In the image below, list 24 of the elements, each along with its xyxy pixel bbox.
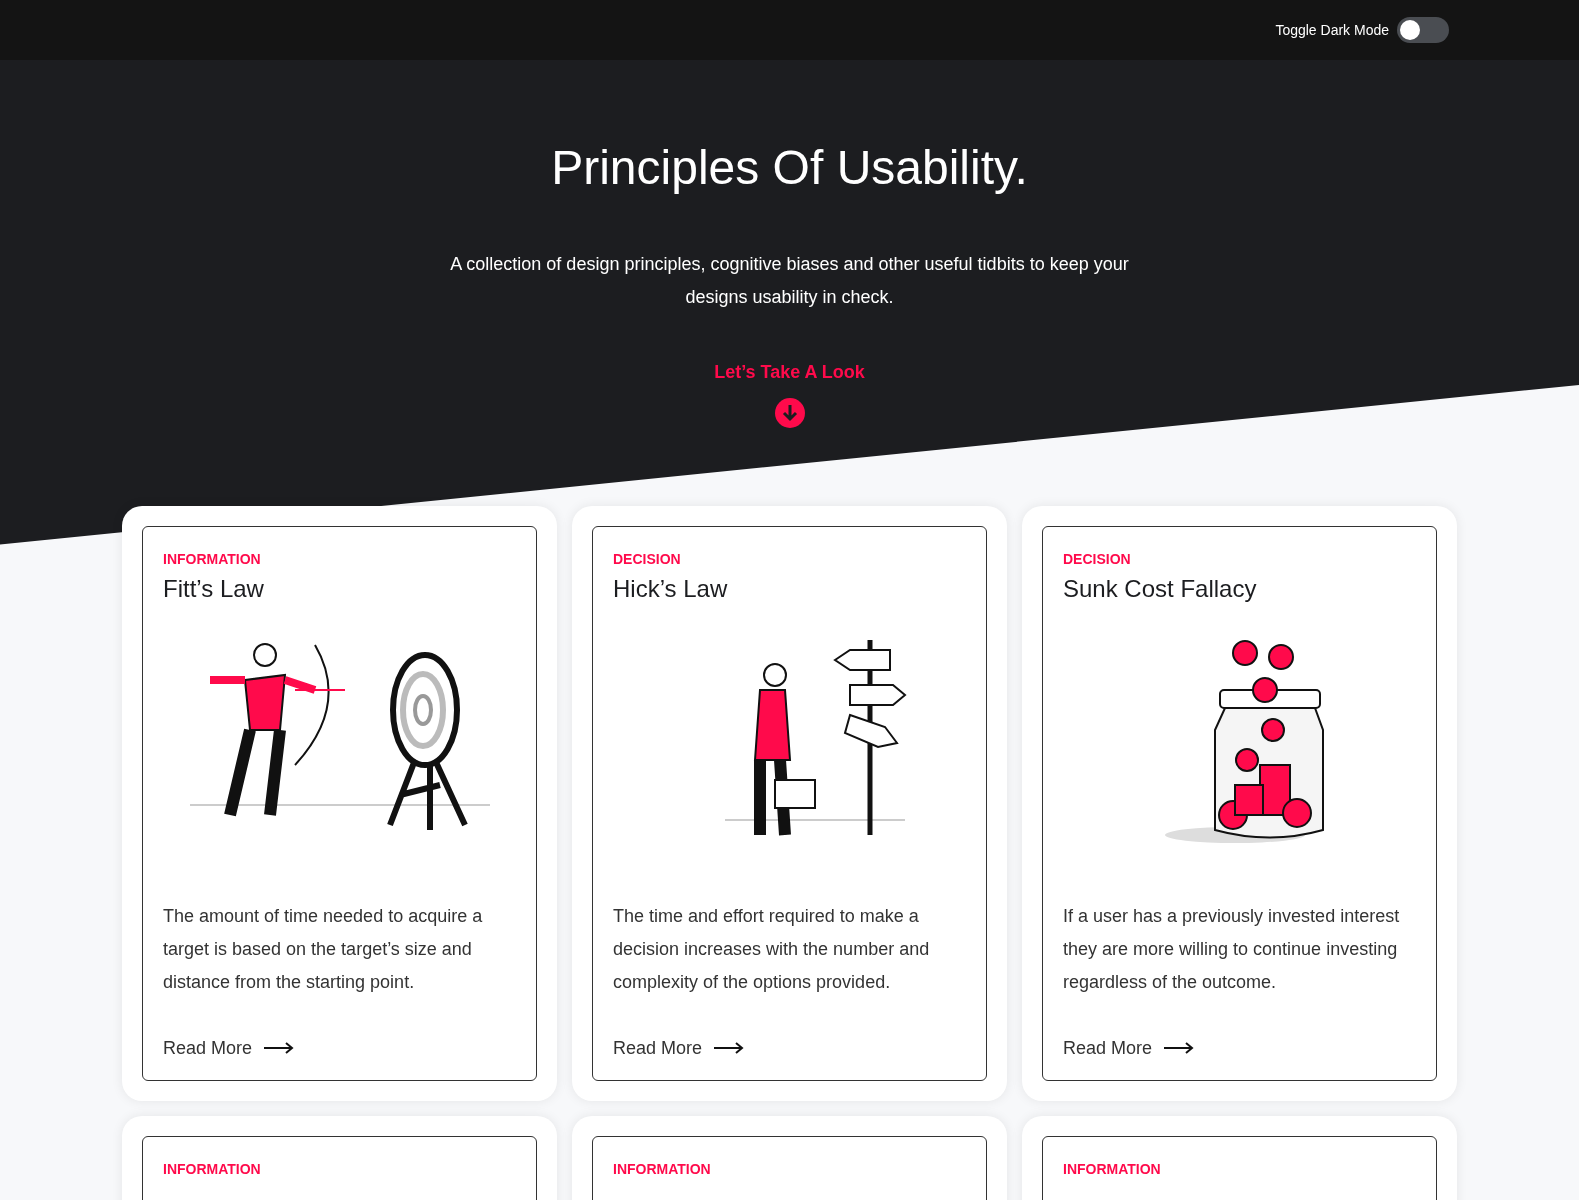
read-more-link[interactable]: Read More bbox=[613, 1034, 745, 1062]
dark-mode-switch[interactable] bbox=[1397, 17, 1449, 43]
arrow-down-circle-icon[interactable] bbox=[774, 398, 805, 428]
card-title: Fitt’s Law bbox=[163, 574, 265, 604]
take-a-look-link[interactable]: Let’s Take A Look bbox=[714, 358, 865, 386]
read-more-link[interactable]: Read More bbox=[1063, 1034, 1195, 1062]
arrow-right-icon bbox=[1164, 1042, 1195, 1054]
page-subtitle: A collection of design principles, cognitive biases and other useful tidbits to keep your designs usability in check. bbox=[449, 253, 1130, 309]
arrow-right-icon bbox=[714, 1042, 745, 1054]
read-more-link[interactable]: Read More bbox=[163, 1034, 295, 1062]
card-title: Sunk Cost Fallacy bbox=[1063, 574, 1258, 604]
toggle-label: Toggle Dark Mode bbox=[1275, 21, 1389, 40]
category-label: INFORMATION bbox=[163, 550, 262, 569]
page-title: Principles Of Usability. bbox=[551, 140, 1028, 196]
arrow-right-icon bbox=[264, 1042, 295, 1054]
card-description: The time and effort required to make a decision increases with the number and complexity of the options provided. bbox=[613, 905, 931, 994]
category-label: INFORMATION bbox=[163, 1160, 262, 1179]
card-description: If a user has a previously invested interest they are more willing to continue investing regardless of the outcome. bbox=[1063, 905, 1401, 994]
category-label: DECISION bbox=[613, 550, 682, 569]
card-title: Hick’s Law bbox=[613, 574, 729, 604]
category-label: INFORMATION bbox=[613, 1160, 712, 1179]
category-label: INFORMATION bbox=[1063, 1160, 1162, 1179]
card-description: The amount of time needed to acquire a target is based on the target’s size and distance from the starting point. bbox=[163, 905, 484, 994]
category-label: DECISION bbox=[1063, 550, 1132, 569]
